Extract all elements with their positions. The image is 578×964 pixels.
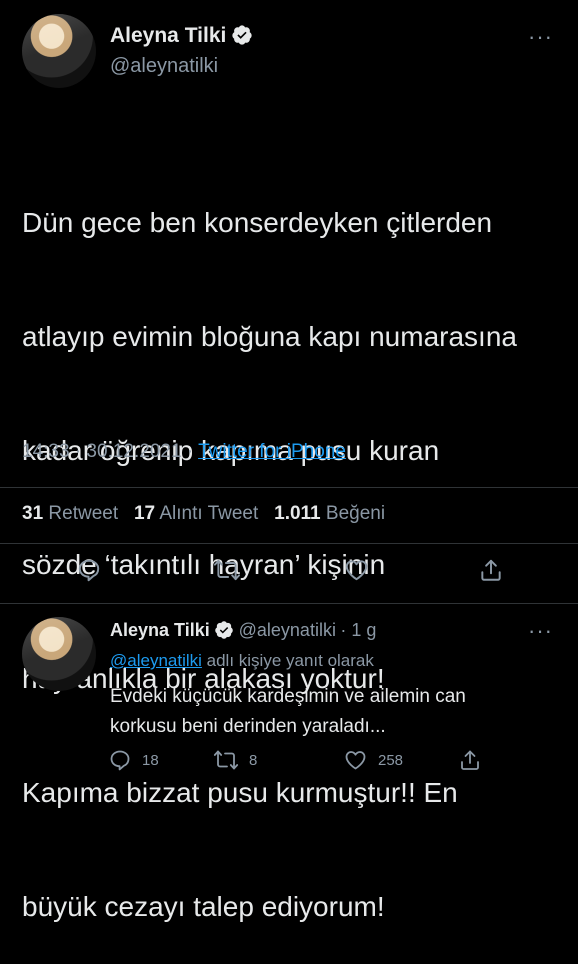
retweet-icon[interactable]: [213, 748, 239, 772]
tweet-text: Dün gece ben konserdeyken çitlerden atla…: [22, 128, 562, 964]
tweet-source-link[interactable]: Twitter for iPhone: [198, 441, 346, 462]
tweet-text-line: atlayıp evimin bloğuna kapı numarasına: [22, 321, 517, 352]
share-icon[interactable]: [478, 557, 504, 583]
share-icon[interactable]: [458, 748, 482, 772]
reply-header: Aleyna Tilki @aleynatilki · 1 g: [110, 620, 376, 641]
likes-stat[interactable]: 1.011 Beğeni: [274, 503, 385, 524]
tweet-meta: 14:33 · 30.12.2021 · Twitter for iPhone: [22, 441, 346, 463]
divider: [0, 603, 578, 604]
retweet-label: Retweet: [48, 503, 119, 524]
more-options-icon[interactable]: ···: [528, 24, 553, 50]
tweet-stats: 31 Retweet 17 Alıntı Tweet 1.011 Beğeni: [22, 503, 385, 525]
reply-text: Evdeki küçücük kardeşimin ve ailemin can…: [110, 686, 466, 737]
like-icon[interactable]: [343, 557, 370, 583]
retweet-count: 31: [22, 503, 44, 524]
tweet-text-line: Dün gece ben konserdeyken çitlerden: [22, 207, 493, 238]
divider: [0, 543, 578, 544]
reply-context: @aleynatilki adlı kişiye yanıt olarak: [110, 651, 374, 671]
reply-icon[interactable]: [108, 748, 132, 772]
quotes-stat[interactable]: 17 Alıntı Tweet: [134, 503, 258, 524]
reply-icon[interactable]: [76, 557, 102, 583]
like-count: 1.011: [274, 503, 321, 524]
reply-author-avatar[interactable]: [22, 617, 96, 691]
tweet-text-line: Kapıma bizzat pusu kurmuştur!! En: [22, 777, 458, 808]
reply-to-handle-link[interactable]: @aleynatilki: [110, 651, 202, 670]
reply-age: · 1 g: [340, 620, 377, 640]
retweets-stat[interactable]: 31 Retweet: [22, 503, 118, 524]
verified-badge-icon: [231, 24, 253, 46]
author-name[interactable]: Aleyna Tilki: [110, 24, 226, 47]
author-avatar[interactable]: [22, 14, 96, 88]
reply-retweet-action[interactable]: 8: [213, 748, 257, 772]
reply-retweet-count: 8: [249, 751, 258, 769]
quote-count: 17: [133, 503, 156, 524]
reply-to-suffix: adlı kişiye yanıt olarak: [201, 651, 374, 670]
reply-author-handle[interactable]: @aleynatilki: [239, 620, 336, 640]
quote-label: Alıntı Tweet: [159, 503, 259, 524]
author-handle[interactable]: @aleynatilki: [110, 55, 218, 78]
reply-reply-action[interactable]: 18: [108, 748, 159, 772]
like-label: Beğeni: [325, 503, 386, 524]
retweet-icon[interactable]: [213, 557, 241, 583]
divider: [0, 487, 578, 488]
reply-author-name[interactable]: Aleyna Tilki: [110, 620, 210, 640]
verified-badge-icon: [214, 620, 234, 640]
reply-like-action[interactable]: 258: [343, 748, 403, 772]
reply-like-count: 258: [378, 751, 404, 769]
like-icon[interactable]: [343, 748, 368, 772]
tweet-text-line: büyük cezayı talep ediyorum!: [22, 891, 385, 922]
author-name-row[interactable]: Aleyna Tilki: [110, 24, 253, 48]
tweet-timestamp[interactable]: 14:33 · 30.12.2021 ·: [22, 441, 198, 462]
reply-more-options-icon[interactable]: ···: [528, 618, 553, 644]
reply-count: 18: [142, 751, 159, 769]
